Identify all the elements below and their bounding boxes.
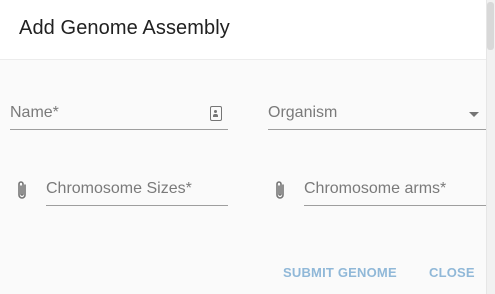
organism-underline xyxy=(268,129,486,130)
chromosome-arms-label: Chromosome arms* xyxy=(304,180,447,197)
organism-select[interactable]: Organism xyxy=(268,104,486,130)
dropdown-caret-icon[interactable] xyxy=(469,112,479,117)
dialog-title: Add Genome Assembly xyxy=(19,17,230,39)
scrollbar-thumb[interactable] xyxy=(487,2,494,50)
name-field[interactable]: Name* xyxy=(10,104,228,130)
submit-genome-button[interactable]: SUBMIT GENOME xyxy=(283,265,397,280)
name-underline xyxy=(10,129,228,130)
chromosome-arms-underline xyxy=(304,205,486,206)
dialog-header: Add Genome Assembly xyxy=(0,0,486,60)
name-label: Name* xyxy=(10,104,59,121)
chromosome-sizes-underline xyxy=(46,205,228,206)
close-button[interactable]: CLOSE xyxy=(429,265,475,280)
paperclip-icon[interactable] xyxy=(14,179,30,201)
organism-label: Organism xyxy=(268,104,338,121)
paperclip-icon[interactable] xyxy=(272,179,288,201)
chromosome-sizes-field[interactable]: Chromosome Sizes* xyxy=(46,180,228,206)
chromosome-sizes-label: Chromosome Sizes* xyxy=(46,180,192,197)
chromosome-arms-field[interactable]: Chromosome arms* xyxy=(304,180,486,206)
add-genome-dialog: Add Genome Assembly Name* Organism Chrom… xyxy=(0,0,495,294)
contact-badge-icon xyxy=(210,106,222,121)
